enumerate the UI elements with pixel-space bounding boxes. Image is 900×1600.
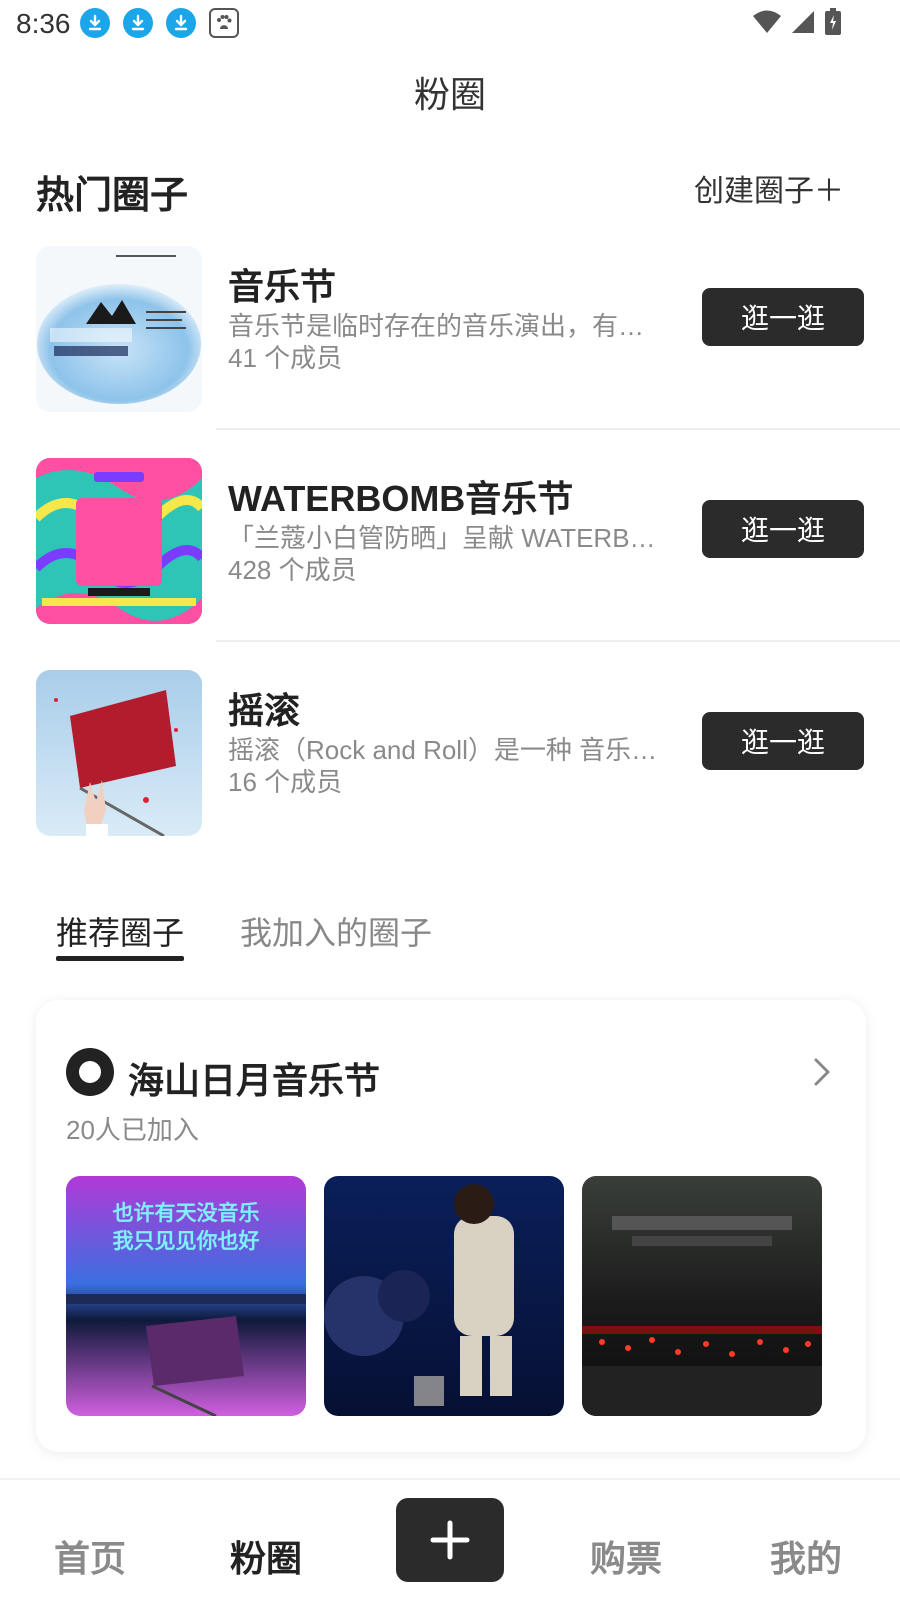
nav-tickets[interactable]: 购票: [590, 1530, 662, 1582]
nav-profile[interactable]: 我的: [770, 1530, 842, 1582]
download-icon: [123, 8, 153, 38]
battery-icon: [825, 8, 841, 35]
circle-logo-icon: [66, 1048, 114, 1096]
circle-item[interactable]: WATERBOMB音乐节 「兰蔻小白管防晒」呈献 WATERB… 428 个成员…: [0, 430, 900, 642]
circle-photo[interactable]: [324, 1176, 564, 1416]
visit-button[interactable]: 逛一逛: [702, 500, 864, 558]
nav-fan-circle[interactable]: 粉圈: [230, 1530, 302, 1582]
add-post-button[interactable]: [396, 1498, 504, 1582]
plus-icon: [430, 1520, 470, 1560]
circle-item[interactable]: 摇滚 摇滚（Rock and Roll）是一种 音乐… 16 个成员 逛一逛: [0, 642, 900, 854]
circle-photo[interactable]: [582, 1176, 822, 1416]
download-icon: [166, 8, 196, 38]
tab-joined-circles[interactable]: 我加入的圈子: [240, 908, 432, 954]
visit-button[interactable]: 逛一逛: [702, 288, 864, 346]
active-tab-indicator: [56, 956, 184, 961]
status-time: 8:36: [16, 8, 71, 39]
baidu-icon: [209, 8, 239, 38]
signal-icon: [792, 11, 814, 33]
circle-thumbnail: [36, 458, 202, 624]
nav-home[interactable]: 首页: [54, 1530, 126, 1582]
create-circle-button[interactable]: 创建圈子＋: [694, 166, 844, 210]
circle-name: 音乐节: [228, 266, 337, 307]
hot-circles-heading: 热门圈子: [36, 175, 189, 217]
joined-count: 20人已加入: [66, 1115, 199, 1145]
page-title: 粉圈: [413, 74, 486, 115]
circle-name: WATERBOMB音乐节: [228, 478, 574, 519]
recommended-circle-card[interactable]: 海山日月音乐节 20人已加入 也许有天没音乐 我只见见你也好: [36, 1000, 866, 1452]
circle-member-count: 41 个成员: [228, 343, 343, 373]
status-bar: 8:36: [0, 0, 900, 48]
circle-thumbnail: [36, 670, 202, 836]
tab-recommended-circles[interactable]: 推荐圈子: [56, 908, 184, 954]
circle-member-count: 428 个成员: [228, 555, 357, 585]
circle-photo[interactable]: 也许有天没音乐 我只见见你也好: [66, 1176, 306, 1416]
download-icon: [80, 8, 110, 38]
photo-caption: 我只见见你也好: [113, 1229, 260, 1253]
system-icons: [752, 8, 842, 36]
wifi-icon: [753, 10, 781, 33]
recommended-circle-title: 海山日月音乐节: [128, 1060, 381, 1101]
chevron-right-icon[interactable]: [806, 1054, 836, 1090]
notification-icons: [80, 8, 239, 38]
bottom-navigation: 首页 粉圈 购票 我的: [0, 1478, 900, 1600]
circle-thumbnail: [36, 246, 202, 412]
visit-button[interactable]: 逛一逛: [702, 712, 864, 770]
circle-name: 摇滚: [228, 690, 301, 731]
photo-caption: 也许有天没音乐: [113, 1201, 260, 1225]
circle-member-count: 16 个成员: [228, 767, 343, 797]
circle-item[interactable]: 音乐节 音乐节是临时存在的音乐演出，有… 41 个成员 逛一逛: [0, 218, 900, 430]
